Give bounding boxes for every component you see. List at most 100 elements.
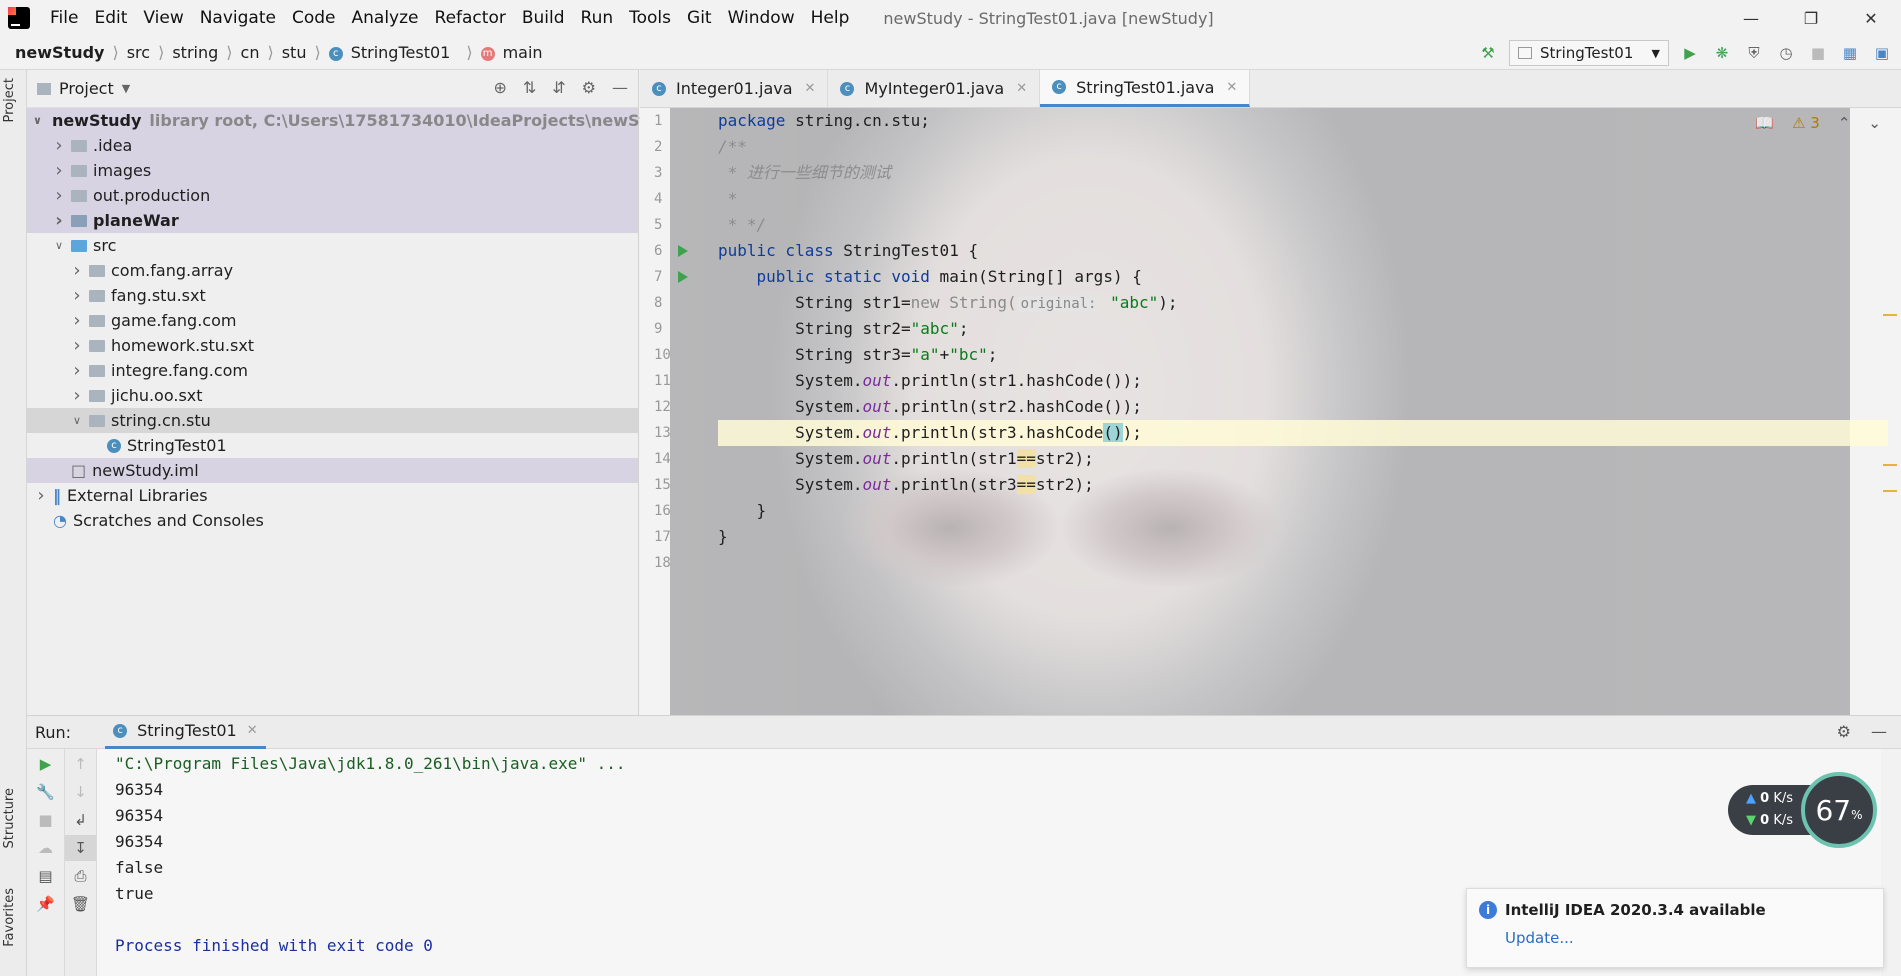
tree-item[interactable]: › integre.fang.com — [27, 358, 638, 383]
tree-item[interactable]: › out.production — [27, 183, 638, 208]
tree-item[interactable]: › ‖ External Libraries — [27, 483, 638, 508]
chevron-right-icon[interactable]: › — [69, 285, 85, 306]
sidebar-tab-favorites[interactable]: Favorites — [2, 888, 17, 947]
hide-icon[interactable]: — — [612, 78, 628, 97]
project-structure-icon[interactable]: ▦ — [1839, 42, 1861, 64]
tree-item[interactable]: ∨ newStudy library root, C:\Users\17581734… — [27, 108, 680, 133]
warning-stripe[interactable] — [1883, 464, 1897, 466]
menu-item-window[interactable]: Window — [720, 8, 803, 28]
scroll-to-end-icon[interactable]: ↧ — [65, 835, 96, 861]
chevron-right-icon[interactable]: › — [33, 485, 49, 506]
sidebar-tab-project[interactable]: Project — [2, 78, 17, 122]
tab-myinteger01[interactable]: c MyInteger01.java ✕ — [828, 70, 1041, 107]
layout-icon[interactable]: ▣ — [1871, 42, 1893, 64]
dump-threads-icon[interactable]: ☁ — [27, 835, 64, 861]
menu-item-edit[interactable]: Edit — [86, 8, 135, 28]
breadcrumb-item[interactable]: string — [172, 43, 218, 62]
chevron-right-icon[interactable]: › — [69, 260, 85, 281]
stop-icon[interactable]: ■ — [1807, 42, 1829, 64]
chevron-down-icon[interactable]: ⌄ — [1868, 114, 1881, 132]
menu-item-analyze[interactable]: Analyze — [344, 8, 427, 28]
tree-item[interactable]: › homework.stu.sxt — [27, 333, 638, 358]
menu-item-build[interactable]: Build — [514, 8, 573, 28]
warning-stripe[interactable] — [1883, 490, 1897, 492]
debug-icon[interactable]: ❋ — [1711, 42, 1733, 64]
breadcrumb-item[interactable]: cn — [241, 43, 260, 62]
breadcrumb-class[interactable]: c StringTest01 — [328, 43, 459, 62]
menu-item-git[interactable]: Git — [679, 8, 720, 28]
rerun-icon[interactable]: ▶ — [27, 751, 64, 777]
breadcrumb-item[interactable]: src — [127, 43, 150, 62]
warning-stripe[interactable] — [1883, 314, 1897, 316]
project-view-select[interactable]: Project — [59, 79, 114, 98]
sidebar-tab-structure[interactable]: Structure — [2, 788, 17, 848]
run-config-select[interactable]: StringTest01 ▼ — [1509, 40, 1669, 66]
pin-icon[interactable]: 📌 — [27, 891, 64, 917]
hammer-icon[interactable]: ⚒ — [1477, 42, 1499, 64]
run-tab[interactable]: c StringTest01 ✕ — [105, 716, 266, 749]
collapse-all-icon[interactable]: ⇵ — [552, 78, 565, 97]
tab-integer01[interactable]: c Integer01.java ✕ — [640, 70, 829, 107]
code-editor[interactable]: 1 2 3 4 5 6 7 8 9 10 11 12 13 14 15 16 17 18 package stri… — [640, 108, 1901, 715]
tree-item[interactable]: ∨ src — [27, 233, 638, 258]
tree-item[interactable]: › jichu.oo.sxt — [27, 383, 638, 408]
layout-icon[interactable]: ▤ — [27, 863, 64, 889]
tree-item[interactable]: › .idea — [27, 133, 638, 158]
close-icon[interactable]: ✕ — [1841, 0, 1901, 36]
chevron-right-icon[interactable]: › — [51, 135, 67, 156]
hide-icon[interactable]: — — [1871, 722, 1887, 741]
chevron-right-icon[interactable]: › — [69, 310, 85, 331]
warning-count[interactable]: ⚠ 3 — [1792, 114, 1820, 132]
restore-icon[interactable]: ❐ — [1781, 0, 1841, 36]
tree-item[interactable]: › images — [27, 158, 638, 183]
chevron-right-icon[interactable]: › — [51, 210, 67, 231]
tree-item[interactable]: › game.fang.com — [27, 308, 638, 333]
tree-item[interactable]: c StringTest01 — [27, 433, 638, 458]
chevron-right-icon[interactable]: › — [51, 185, 67, 206]
close-icon[interactable]: ✕ — [1016, 81, 1027, 96]
wrench-icon[interactable]: 🔧 — [27, 779, 64, 805]
minimize-icon[interactable]: — — [1721, 0, 1781, 36]
tree-item[interactable]: › planeWar — [27, 208, 638, 233]
gear-icon[interactable]: ⚙ — [1837, 722, 1851, 741]
print-icon[interactable]: ⎙ — [65, 863, 96, 889]
coverage-icon[interactable]: ⛨ — [1743, 42, 1765, 64]
run-icon[interactable]: ▶ — [1679, 42, 1701, 64]
arrow-up-icon[interactable]: ↑ — [65, 751, 96, 777]
chevron-right-icon[interactable]: › — [69, 385, 85, 406]
close-icon[interactable]: ✕ — [247, 723, 258, 738]
tree-item[interactable]: ◔ Scratches and Consoles — [27, 508, 638, 533]
chevron-right-icon[interactable]: › — [69, 335, 85, 356]
chevron-down-icon[interactable]: ∨ — [69, 414, 85, 427]
tree-item[interactable]: □ newStudy.iml — [27, 458, 638, 483]
trash-icon[interactable]: 🗑 — [65, 891, 96, 917]
locate-icon[interactable]: ⊕ — [493, 78, 506, 97]
breadcrumb-method[interactable]: m main — [480, 43, 551, 62]
tree-item[interactable]: ∨ string.cn.stu — [27, 408, 638, 433]
chevron-right-icon[interactable]: › — [51, 160, 67, 181]
reader-mode-icon[interactable]: 📖 — [1755, 114, 1774, 132]
menu-item-view[interactable]: View — [135, 8, 191, 28]
run-gutter-icon[interactable] — [678, 271, 688, 283]
close-icon[interactable]: ✕ — [805, 81, 816, 96]
breadcrumb-item[interactable]: newStudy — [15, 43, 104, 62]
menu-item-refactor[interactable]: Refactor — [427, 8, 514, 28]
profile-icon[interactable]: ◷ — [1775, 42, 1797, 64]
breadcrumb-item[interactable]: stu — [282, 43, 307, 62]
menu-item-tools[interactable]: Tools — [621, 8, 679, 28]
code-area[interactable]: package string.cn.stu; /** * 进行一些细节的测试 *… — [718, 108, 1888, 576]
menu-item-help[interactable]: Help — [803, 8, 858, 28]
menu-item-file[interactable]: File — [42, 8, 86, 28]
tree-item[interactable]: › fang.stu.sxt — [27, 283, 638, 308]
chevron-right-icon[interactable]: › — [69, 360, 85, 381]
chevron-down-icon[interactable]: ▼ — [122, 82, 130, 95]
menu-item-run[interactable]: Run — [573, 8, 622, 28]
soft-wrap-icon[interactable]: ↲ — [65, 807, 96, 833]
expand-all-icon[interactable]: ⇅ — [523, 78, 536, 97]
gear-icon[interactable]: ⚙ — [582, 78, 596, 97]
chevron-down-icon[interactable]: ∨ — [33, 114, 42, 127]
stop-icon[interactable]: ■ — [27, 807, 64, 833]
chevron-up-icon[interactable]: ⌃ — [1838, 114, 1851, 132]
menu-item-code[interactable]: Code — [284, 8, 344, 28]
tree-item[interactable]: › com.fang.array — [27, 258, 638, 283]
